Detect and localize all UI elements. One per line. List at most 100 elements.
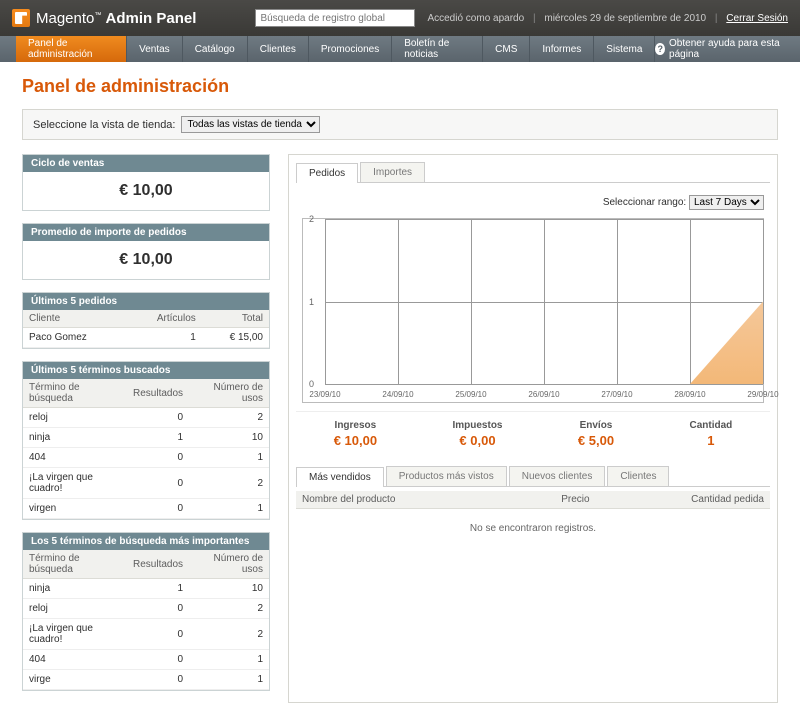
col-header: Cliente: [23, 310, 126, 328]
nav-help[interactable]: ?Obtener ayuda para esta página: [655, 36, 800, 62]
table-row[interactable]: ninja110: [23, 579, 269, 599]
tab[interactable]: Pedidos: [296, 163, 358, 183]
tab[interactable]: Más vendidos: [296, 467, 384, 487]
logged-label: Accedió como: [427, 13, 493, 24]
logout-link[interactable]: Cerrar Sesión: [726, 13, 788, 24]
cell: 1: [126, 328, 201, 348]
stat-label: Ingresos: [334, 420, 377, 431]
cell: 404: [23, 650, 127, 670]
nav-item[interactable]: Clientes: [248, 36, 309, 62]
tab[interactable]: Importes: [360, 162, 425, 182]
table-row[interactable]: ¡La virgen que cuadro!02: [23, 619, 269, 650]
last-search-table: Término de búsquedaResultadosNúmero de u…: [23, 379, 269, 519]
cell: 1: [189, 448, 269, 468]
nav-item[interactable]: Panel de administración: [16, 36, 127, 62]
y-tick: 1: [309, 297, 314, 307]
nav-item[interactable]: Sistema: [594, 36, 655, 62]
cell: ¡La virgen que cuadro!: [23, 468, 127, 499]
logged-user: apardo: [493, 13, 524, 24]
cell: reloj: [23, 408, 127, 428]
cell: 1: [127, 428, 189, 448]
col-header: Número de usos: [189, 379, 269, 408]
stat-label: Envíos: [578, 420, 614, 431]
cell: 0: [127, 499, 189, 519]
table-row[interactable]: reloj02: [23, 408, 269, 428]
range-label: Seleccionar rango:: [603, 197, 686, 208]
magento-icon: [12, 9, 30, 27]
stat: Impuestos€ 0,00: [452, 420, 502, 448]
card-title: Últimos 5 pedidos: [23, 293, 269, 310]
y-tick: 2: [309, 214, 314, 224]
nav-item[interactable]: CMS: [483, 36, 530, 62]
cell: 1: [189, 499, 269, 519]
help-icon: ?: [655, 43, 665, 55]
col-header: Nombre del producto: [296, 491, 513, 509]
tab[interactable]: Productos más vistos: [386, 466, 507, 486]
page-title: Panel de administración: [22, 76, 778, 97]
cell: 2: [189, 408, 269, 428]
store-scope: Seleccione la vista de tienda: Todas las…: [22, 109, 778, 140]
cell: virgen: [23, 499, 127, 519]
col-header: Número de usos: [189, 550, 269, 579]
avg-order-card: Promedio de importe de pedidos € 10,00: [22, 223, 270, 280]
logo-text: Magento™ Admin Panel: [36, 10, 196, 27]
table-row[interactable]: 40401: [23, 448, 269, 468]
stat-value: € 10,00: [334, 433, 377, 448]
cell: 10: [189, 579, 269, 599]
cell: 0: [127, 650, 189, 670]
cell: 1: [127, 579, 189, 599]
nav-item[interactable]: Ventas: [127, 36, 183, 62]
nav-item[interactable]: Informes: [530, 36, 594, 62]
x-tick: 25/09/10: [455, 390, 486, 399]
table-row[interactable]: Paco Gomez1€ 15,00: [23, 328, 269, 348]
nav-item[interactable]: Promociones: [309, 36, 392, 62]
card-title: Los 5 términos de búsqueda más important…: [23, 533, 269, 550]
header-date: miércoles 29 de septiembre de 2010: [544, 13, 706, 24]
col-header: Término de búsqueda: [23, 379, 127, 408]
search-input[interactable]: [255, 9, 415, 27]
tab[interactable]: Clientes: [607, 466, 669, 486]
stats-row: Ingresos € 10,00 Impuestos€ 0,00 Envíos € 5,…: [296, 411, 770, 456]
col-header: Cantidad pedida: [596, 491, 770, 509]
range-select[interactable]: Last 7 Days: [689, 195, 764, 210]
cell: 1: [189, 650, 269, 670]
table-row[interactable]: reloj02: [23, 599, 269, 619]
cell: 0: [127, 619, 189, 650]
scope-select[interactable]: Todas las vistas de tienda: [181, 116, 320, 133]
range-row: Seleccionar rango: Last 7 Days: [296, 191, 770, 214]
table-row[interactable]: 40401: [23, 650, 269, 670]
cell: 404: [23, 448, 127, 468]
y-tick: 0: [309, 379, 314, 389]
products-table: Nombre del productoPrecioCantidad pedida: [296, 491, 770, 509]
stat-value: € 5,00: [578, 433, 614, 448]
global-search[interactable]: [255, 9, 415, 27]
cell: 0: [127, 468, 189, 499]
table-row[interactable]: virgen01: [23, 499, 269, 519]
table-row[interactable]: virge01: [23, 670, 269, 690]
avg-order-value: € 10,00: [23, 241, 269, 279]
main-nav: Panel de administraciónVentasCatálogoCli…: [0, 36, 800, 62]
cell: ¡La virgen que cuadro!: [23, 619, 127, 650]
top-search-card: Los 5 términos de búsqueda más important…: [22, 532, 270, 691]
cell: 0: [127, 599, 189, 619]
last-search-card: Últimos 5 términos buscados Término de b…: [22, 361, 270, 520]
cell: 2: [189, 599, 269, 619]
cell: 2: [189, 619, 269, 650]
tab[interactable]: Nuevos clientes: [509, 466, 606, 486]
card-title: Promedio de importe de pedidos: [23, 224, 269, 241]
sales-cycle-card: Ciclo de ventas € 10,00: [22, 154, 270, 211]
cell: 10: [189, 428, 269, 448]
x-tick: 23/09/10: [309, 390, 340, 399]
table-row[interactable]: ninja110: [23, 428, 269, 448]
nav-item[interactable]: Boletín de noticias: [392, 36, 483, 62]
products-tabs: Más vendidosProductos más vistosNuevos c…: [296, 466, 770, 487]
orders-chart: 01223/09/1024/09/1025/09/1026/09/1027/09…: [302, 218, 764, 403]
logo: Magento™ Admin Panel: [12, 9, 196, 27]
cell: 0: [127, 670, 189, 690]
cell: virge: [23, 670, 127, 690]
col-header: Precio: [513, 491, 596, 509]
nav-item[interactable]: Catálogo: [183, 36, 248, 62]
col-header: Total: [202, 310, 269, 328]
top-search-table: Término de búsquedaResultadosNúmero de u…: [23, 550, 269, 690]
table-row[interactable]: ¡La virgen que cuadro!02: [23, 468, 269, 499]
